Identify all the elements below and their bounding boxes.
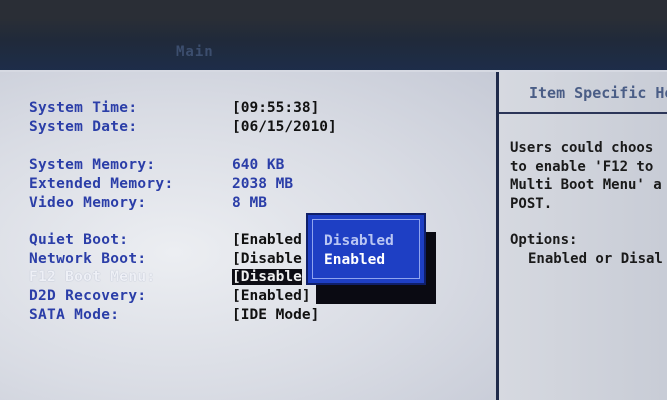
f12-boot-menu-label: F12 Boot Menu: [29, 269, 156, 285]
options-text: Enabled or Disal [528, 250, 663, 267]
quiet-boot-label: Quiet Boot: [29, 232, 129, 248]
help-line: Users could choos [510, 140, 654, 156]
help-text: Users could choos to enable 'F12 to Mult… [510, 139, 663, 268]
sata-mode-value[interactable]: [IDE Mode] [232, 307, 319, 323]
system-time-value[interactable]: [09:55:38] [232, 100, 319, 116]
help-panel: Item Specific Hel Users could choos to e… [499, 72, 667, 400]
network-boot-value[interactable]: [Disable [232, 251, 302, 267]
system-memory-label: System Memory: [29, 157, 156, 173]
option-popup: Disabled Enabled [306, 213, 426, 285]
help-line: to enable 'F12 to [510, 158, 654, 175]
option-enabled[interactable]: Enabled [324, 252, 385, 268]
option-disabled[interactable]: Disabled [324, 233, 394, 249]
bios-menu-bar: Main [0, 0, 667, 72]
quiet-boot-value[interactable]: [Enabled [232, 232, 302, 248]
system-memory-value: 640 KB [232, 157, 285, 173]
tab-main[interactable]: Main [176, 44, 214, 60]
help-line: Multi Boot Menu' a [510, 177, 662, 193]
help-spacer [510, 213, 663, 231]
sata-mode-label: SATA Mode: [29, 307, 120, 323]
extended-memory-value: 2038 MB [232, 176, 294, 192]
help-header: Item Specific Hel [499, 72, 667, 114]
video-memory-value: 8 MB [232, 195, 267, 211]
system-date-value[interactable]: [06/15/2010] [232, 119, 337, 135]
help-line: POST. [510, 195, 553, 212]
d2d-recovery-label: D2D Recovery: [29, 288, 147, 304]
system-date-label: System Date: [29, 119, 138, 135]
system-time-label: System Time: [29, 100, 138, 116]
d2d-recovery-value[interactable]: [Enabled] [232, 288, 311, 304]
video-memory-label: Video Memory: [29, 195, 147, 211]
f12-boot-menu-value[interactable]: [Disable [232, 269, 302, 285]
popup-border [312, 219, 420, 279]
network-boot-label: Network Boot: [29, 251, 147, 267]
options-label: Options: [510, 232, 578, 248]
extended-memory-label: Extended Memory: [29, 176, 174, 192]
help-title: Item Specific Hel [529, 84, 667, 102]
